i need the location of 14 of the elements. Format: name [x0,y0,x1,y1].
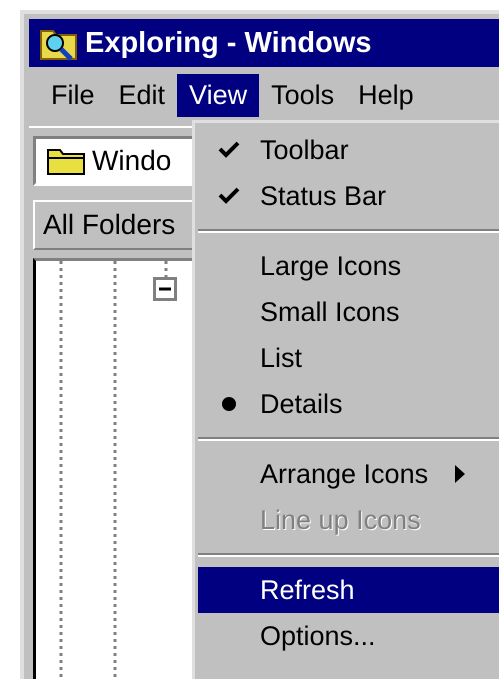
menu-item[interactable]: Details [198,381,499,427]
menu-item[interactable]: Arrange Icons [198,451,499,497]
menu-title[interactable]: Help [346,74,426,116]
menu-item[interactable]: Refresh [198,567,499,613]
menu-title[interactable]: File [39,74,107,116]
menu-title[interactable]: Edit [106,74,178,116]
folder-icon [46,146,86,176]
menu-item[interactable]: List [198,335,499,381]
menu-item[interactable]: Options... [198,613,499,659]
collapse-icon[interactable] [153,277,177,301]
window-title: Exploring - Windows [85,26,372,60]
menu-title[interactable]: Tools [259,74,346,116]
menu-title[interactable]: View [177,74,260,116]
menu-item[interactable]: Small Icons [198,289,499,335]
